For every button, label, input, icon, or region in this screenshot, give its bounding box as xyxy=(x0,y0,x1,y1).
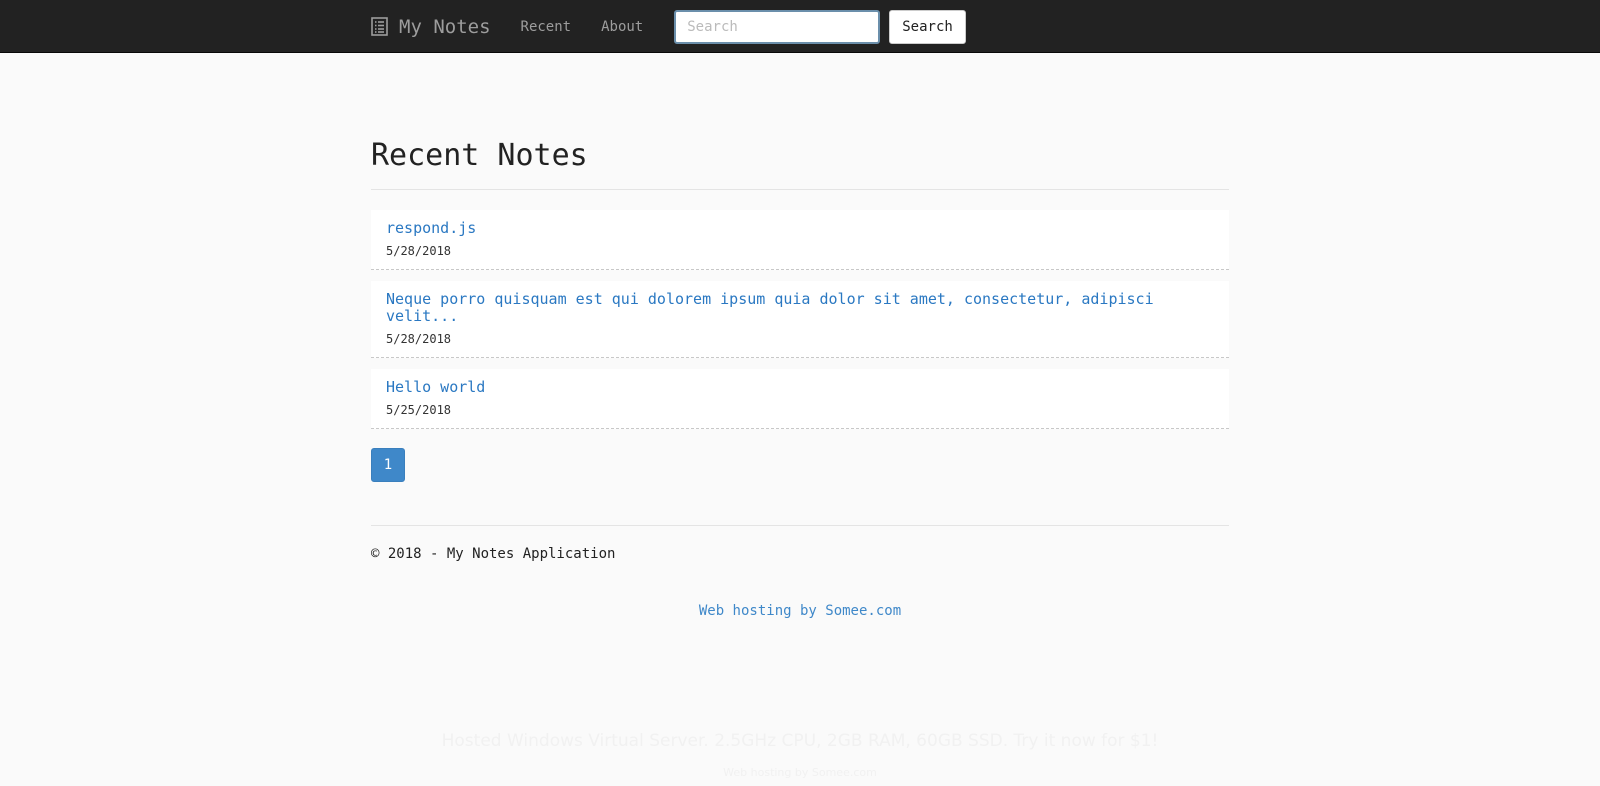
notes-list-icon xyxy=(371,17,388,36)
hosting-banner: Web hosting by Somee.com xyxy=(0,600,1600,619)
note-list: respond.js 5/28/2018 Neque porro quisqua… xyxy=(371,210,1229,429)
navbar-inner: My Notes Recent About Search xyxy=(371,0,966,53)
note-title-link[interactable]: respond.js xyxy=(386,220,1214,237)
list-item: respond.js 5/28/2018 xyxy=(371,210,1229,270)
navbar: My Notes Recent About Search xyxy=(0,0,1600,53)
hosting-link[interactable]: Web hosting by Somee.com xyxy=(699,603,901,619)
nav-link-about[interactable]: About xyxy=(601,19,643,35)
note-title-link[interactable]: Neque porro quisquam est qui dolorem ips… xyxy=(386,291,1214,325)
note-title-link[interactable]: Hello world xyxy=(386,379,1214,396)
nav-link-recent[interactable]: Recent xyxy=(521,19,572,35)
hosting-ad-text[interactable]: Hosted Windows Virtual Server. 2.5GHz CP… xyxy=(0,731,1600,751)
page-title: Recent Notes xyxy=(371,138,588,173)
brand-link[interactable]: My Notes xyxy=(371,16,491,38)
list-item: Hello world 5/25/2018 xyxy=(371,369,1229,429)
note-date: 5/28/2018 xyxy=(386,332,452,346)
note-date: 5/25/2018 xyxy=(386,403,452,417)
page-button-1[interactable]: 1 xyxy=(371,448,405,482)
main-content: Recent Notes respond.js 5/28/2018 Neque … xyxy=(371,53,1229,562)
search-button[interactable]: Search xyxy=(889,9,966,44)
pagination: 1 xyxy=(371,448,1229,482)
hosting-ad-small-text[interactable]: Web hosting by Somee.com xyxy=(0,766,1600,779)
list-item: Neque porro quisquam est qui dolorem ips… xyxy=(371,281,1229,358)
copyright-text: © 2018 - My Notes Application xyxy=(371,546,616,562)
note-date: 5/28/2018 xyxy=(386,244,452,258)
title-divider xyxy=(371,189,1229,190)
search-input[interactable] xyxy=(674,9,881,44)
brand-label: My Notes xyxy=(399,15,491,38)
footer-divider xyxy=(371,525,1229,526)
